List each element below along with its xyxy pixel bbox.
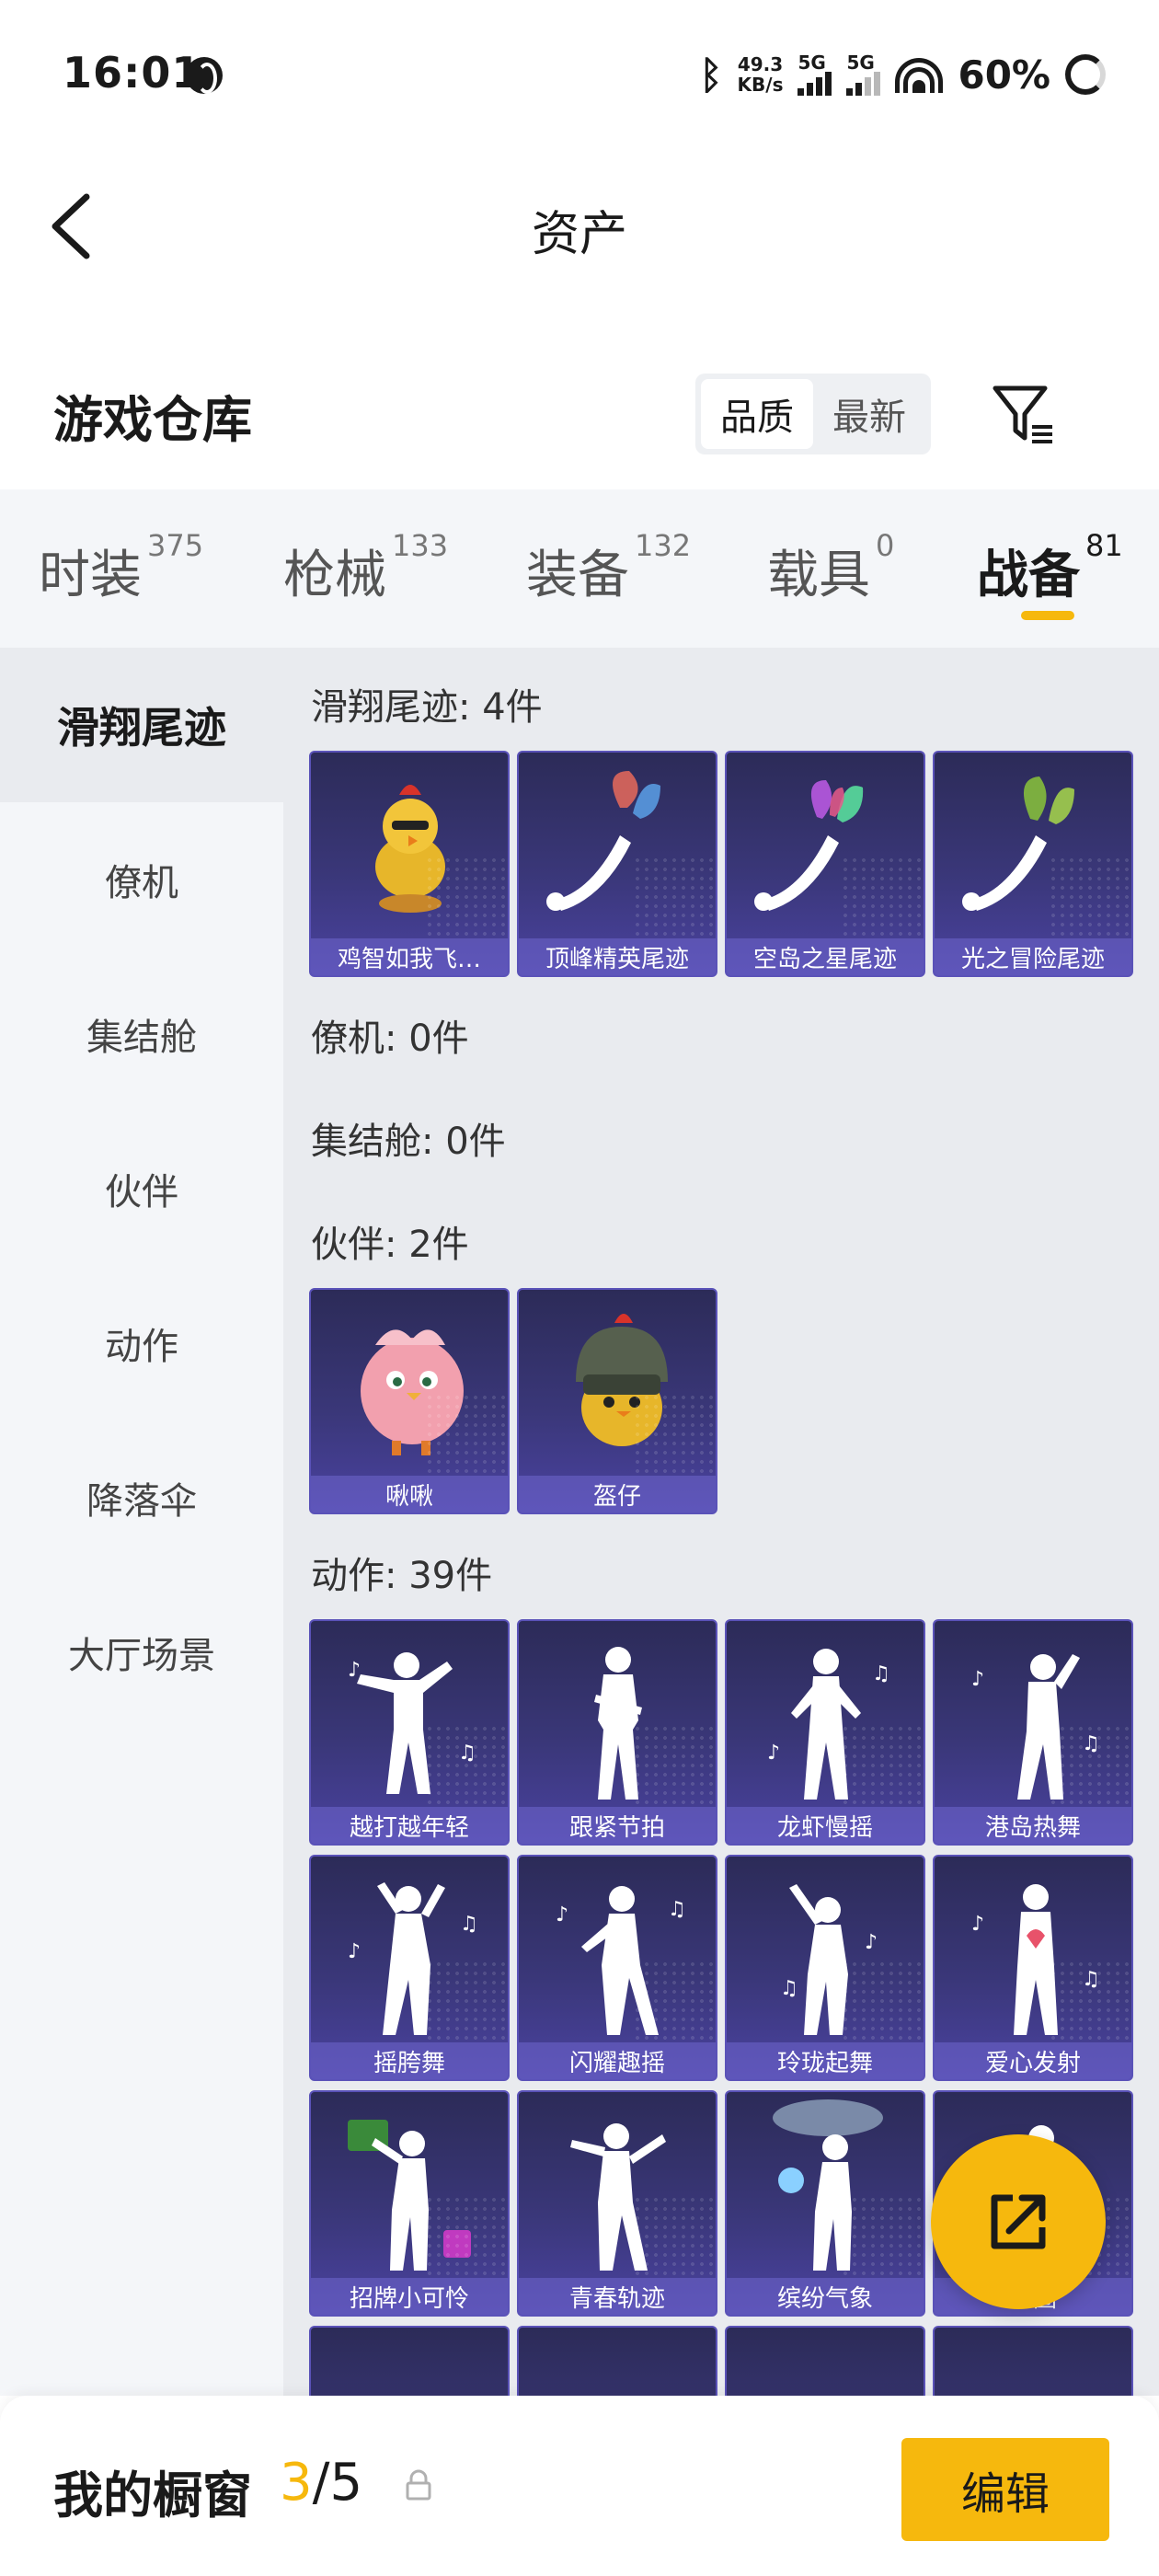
item-card[interactable]: 缤纷气象 [725,2090,925,2317]
status-bar: 16:01 ᛒ 49.3 KB/s 5G 5G 60% [0,0,1159,147]
sidebar-item-rally-pod[interactable]: 集结舱 [0,957,283,1111]
bluetooth-icon: ᛒ [699,52,723,98]
share-button[interactable] [931,2134,1106,2309]
item-card[interactable]: ♪ ♫ 玲珑起舞 [725,1855,925,2081]
loading-ring-icon [1065,54,1106,95]
showcase-count: 3/5 [280,2453,363,2513]
item-card[interactable]: ♪ ♫ 龙虾慢摇 [725,1619,925,1846]
svg-text:♫: ♫ [780,1977,798,2000]
sidebar-item-companion[interactable]: 伙伴 [0,1111,283,1266]
showcase-label: 我的橱窗 [53,2467,252,2524]
item-card[interactable]: ♪♫ 越打越年轻 [309,1619,510,1846]
wifi-icon [895,56,944,93]
item-card[interactable]: 鸡智如我飞… [309,751,510,977]
filter-icon [993,385,1052,443]
item-card[interactable]: 空岛之星尾迹 [725,751,925,977]
svg-text:♪: ♪ [865,1931,878,1954]
globe-icon [186,57,223,94]
sidebar-item-glide-trail[interactable]: 滑翔尾迹 [0,648,283,802]
item-card[interactable]: 啾啾 [309,1288,510,1514]
svg-text:♪: ♪ [348,1940,361,1963]
sort-newest-button[interactable]: 最新 [813,379,925,449]
status-icons: ᛒ 49.3 KB/s 5G 5G 60% [699,46,1106,103]
section-title-wingman: 僚机: 0件 [311,1018,469,1060]
svg-text:♪: ♪ [971,1668,984,1691]
signal-sim2-icon: 5G [846,53,881,96]
tab-fashion[interactable]: 时装 375 [39,528,203,608]
svg-text:♪: ♪ [556,1903,568,1926]
sort-toggle: 品质 最新 [695,374,931,454]
item-card[interactable]: 盔仔 [517,1288,717,1514]
item-card[interactable] [517,2326,717,2396]
lock-icon [406,2469,431,2501]
tab-combat-gear[interactable]: 战备 81 [977,528,1123,608]
svg-text:♪: ♪ [348,1659,361,1682]
tab-vehicles[interactable]: 载具 0 [767,528,894,608]
sidebar-item-lobby-scene[interactable]: 大厅场景 [0,1575,283,1730]
section-title-glide-trail: 滑翔尾迹: 4件 [311,686,543,729]
section-title-companion: 伙伴: 2件 [311,1224,469,1266]
category-tabs: 时装 375 枪械 133 装备 132 载具 0 战备 81 [0,489,1159,648]
signal-sim1-icon: 5G [798,53,832,96]
svg-text:♪: ♪ [767,1742,780,1765]
section-title-rally-pod: 集结舱: 0件 [311,1121,506,1163]
item-card[interactable] [933,2326,1133,2396]
showcase-bar: 我的橱窗 3/5 编辑 [0,2396,1159,2576]
tab-equipment[interactable]: 装备 132 [526,528,691,608]
tab-weapons[interactable]: 枪械 133 [283,528,448,608]
item-grid-area: 滑翔尾迹: 4件 鸡智如我飞… 顶峰精英尾迹 空岛之星尾迹 光之冒险尾迹 僚机:… [283,648,1159,2396]
svg-text:♪: ♪ [971,1913,984,1936]
item-card[interactable]: 青春轨迹 [517,2090,717,2317]
item-card[interactable]: 招牌小可怜 [309,2090,510,2317]
item-card[interactable]: ♪♫ 港岛热舞 [933,1619,1133,1846]
item-card[interactable]: 跟紧节拍 [517,1619,717,1846]
warehouse-title: 游戏仓库 [53,391,252,449]
share-out-icon [991,2194,1046,2249]
svg-text:♫: ♫ [872,1662,890,1685]
filter-button[interactable] [992,383,1056,447]
app-header: 资产 [0,147,1159,304]
warehouse-row: 游戏仓库 品质 最新 [0,350,1159,478]
sidebar-item-wingman[interactable]: 僚机 [0,802,283,957]
item-card[interactable] [309,2326,510,2396]
section-title-emote: 动作: 39件 [311,1555,493,1597]
svg-text:♫: ♫ [460,1913,478,1936]
item-card[interactable]: 顶峰精英尾迹 [517,751,717,977]
item-card[interactable] [725,2326,925,2396]
active-tab-indicator [1021,611,1074,620]
item-card[interactable]: ♪ ♫ 摇胯舞 [309,1855,510,2081]
net-speed: 49.3 KB/s [737,53,784,96]
category-sidebar: 滑翔尾迹 僚机 集结舱 伙伴 动作 降落伞 大厅场景 [0,648,283,2396]
item-card[interactable]: 光之冒险尾迹 [933,751,1133,977]
svg-text:♫: ♫ [668,1898,686,1921]
sidebar-item-parachute[interactable]: 降落伞 [0,1420,283,1575]
sort-quality-button[interactable]: 品质 [701,379,813,449]
status-time: 16:01 [63,48,202,98]
item-card[interactable]: ♪ ♫ 闪耀趣摇 [517,1855,717,2081]
sidebar-item-emote[interactable]: 动作 [0,1266,283,1420]
item-card[interactable]: ♪♫ 爱心发射 [933,1855,1133,2081]
battery-percent: 60% [958,52,1050,98]
edit-button[interactable]: 编辑 [901,2438,1109,2541]
page-title: 资产 [531,207,627,262]
